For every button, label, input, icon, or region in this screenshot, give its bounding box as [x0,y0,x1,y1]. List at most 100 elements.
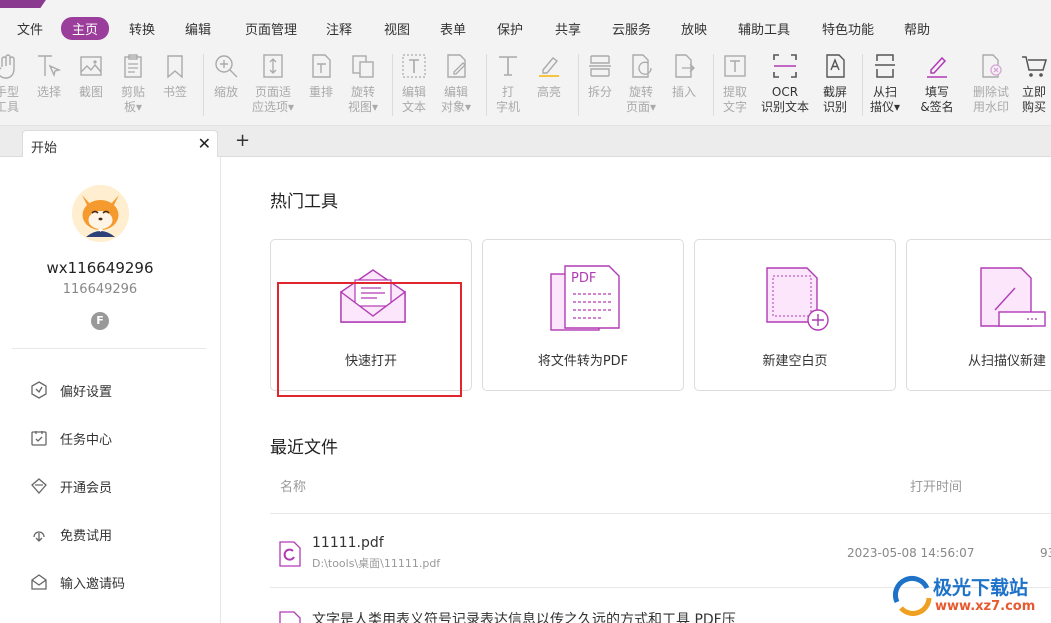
membership-icon [31,478,47,494]
menu-protect[interactable]: 保护 [497,19,523,38]
file-size: 93 [1040,546,1051,560]
tab-start[interactable]: 开始 ✕ [22,130,218,157]
scanner-button[interactable]: 从扫 描仪▾ [856,52,914,115]
menu-page-management[interactable]: 页面管理 [245,19,297,38]
watermark-url: www.xz7.com [935,599,1036,614]
avatar[interactable] [72,185,129,242]
menu-view[interactable]: 视图 [384,19,410,38]
menu-bar: 文件 主页 转换 编辑 页面管理 注释 视图 表单 保护 共享 云服务 放映 辅… [0,8,1051,46]
zoom-icon [215,55,238,78]
menu-cloud[interactable]: 云服务 [612,19,651,38]
site-watermark: 极光下载站 www.xz7.com [893,570,1051,620]
file-open-time: 2023-05-08 14:56:07 [847,546,975,560]
menu-featured[interactable]: 特色功能 [822,19,874,38]
insert-button[interactable]: 插入 [655,52,713,100]
screen-recognize-icon [826,54,845,78]
insert-icon [675,54,695,78]
fill-sign-button[interactable]: 填写 &签名 [908,52,966,115]
new-blank-page-icon [766,267,829,331]
file-path: D:\tools\桌面\11111.pdf [312,557,441,570]
buy-now-button[interactable]: 立即 购买 [1005,52,1051,115]
fox-avatar-icon [72,185,129,242]
rotate-page-icon [632,54,652,78]
column-header-name[interactable]: 名称 [280,476,306,495]
invite-code-icon [31,574,47,590]
menu-assist-tools[interactable]: 辅助工具 [738,19,790,38]
scanner-new-card[interactable]: 从扫描仪新建 [906,239,1051,391]
recent-file-row[interactable]: 11111.pdf D:\tools\桌面\11111.pdf 2023-05-… [270,523,1051,577]
user-sidebar: wx116649296 116649296 F 偏好设置 任务中心 开通会员 免… [0,157,221,623]
sign-icon [927,56,947,78]
scanner-new-icon [980,267,1046,327]
watermark-brand: 极光下载站 [933,577,1029,599]
sidebar-item-invite-code[interactable]: 输入邀请码 [30,571,125,593]
recent-files-title: 最近文件 [270,438,338,458]
menu-help[interactable]: 帮助 [904,19,930,38]
highlight-button[interactable]: 高亮 [520,52,578,100]
menu-file[interactable]: 文件 [17,19,43,38]
ribbon-toolbar: 手型 工具 选择 截图 剪贴 板▾ 书签 缩放 页面适 应选项▾ 重排 旋转 视… [0,46,1051,126]
menu-form[interactable]: 表单 [440,19,466,38]
edit-object-button[interactable]: 编辑 对象▾ [427,52,485,115]
typewriter-icon [499,56,517,76]
svg-text:PDF: PDF [571,271,596,286]
app-window: 文件 主页 转换 编辑 页面管理 注释 视图 表单 保护 共享 云服务 放映 辅… [0,0,1051,623]
hot-tools-title: 热门工具 [270,192,338,212]
sidebar-item-task-center[interactable]: 任务中心 [30,427,112,449]
divider [12,348,206,349]
select-cursor-icon [38,55,62,78]
new-blank-page-card[interactable]: 新建空白页 [694,239,896,391]
extract-text-icon [724,55,746,77]
convert-to-pdf-card[interactable]: PDF 将文件转为PDF [482,239,684,391]
menu-comment[interactable]: 注释 [326,19,352,38]
file-name: 11111.pdf [312,535,384,551]
split-icon [589,55,611,77]
reflow-icon [312,54,331,78]
annotation-highlight-box [277,282,462,397]
add-tab-button[interactable]: + [235,130,250,151]
screenshot-icon [80,56,102,76]
member-badge: F [91,312,109,330]
card-label: 新建空白页 [762,354,828,369]
hand-icon [0,54,15,79]
pdf-file-icon [279,611,301,623]
remove-watermark-icon [982,54,1002,78]
user-id: 116649296 [62,282,138,297]
edit-object-icon [447,54,466,78]
edit-text-icon [402,54,426,78]
title-bar [0,0,1051,8]
sidebar-item-free-trial[interactable]: 免费试用 [30,523,112,545]
menu-edit[interactable]: 编辑 [185,19,211,38]
start-page: 热门工具 快速打开 PDF 将文件转为PDF 新建空白页 从扫描仪新建 最近文件… [221,157,1051,623]
menu-home[interactable]: 主页 [61,17,110,40]
convert-to-pdf-icon: PDF [550,265,620,331]
free-trial-icon [33,531,45,542]
bookmark-button[interactable]: 书签 [146,52,204,100]
pdf-file-icon [279,541,301,567]
user-name: wx116649296 [46,259,154,277]
preferences-icon [31,381,47,399]
menu-slideshow[interactable]: 放映 [681,19,707,38]
column-header-open-time[interactable]: 打开时间 [910,476,962,495]
sidebar-item-membership[interactable]: 开通会员 [30,475,112,497]
menu-convert[interactable]: 转换 [129,19,155,38]
sidebar-item-preferences[interactable]: 偏好设置 [30,379,112,401]
file-name: 文字是人类用表义符号记录表达信息以传之久远的方式和工具 PDF压 [312,612,736,623]
tab-label: 开始 [31,141,58,156]
cart-icon [1022,56,1048,77]
close-icon[interactable]: ✕ [198,134,211,153]
highlight-icon [539,57,559,77]
watermark-logo-icon [893,575,932,616]
tab-bar: 开始 ✕ + [0,126,1051,157]
app-logo [0,0,50,8]
clipboard-icon [124,54,142,78]
scanner-icon [875,54,895,78]
fit-page-icon [263,54,283,78]
card-label: 从扫描仪新建 [967,354,1046,369]
rotate-view-button[interactable]: 旋转 视图▾ [334,52,392,115]
bookmark-icon [167,55,183,79]
rotate-view-icon [352,55,374,78]
menu-share[interactable]: 共享 [555,19,581,38]
task-center-icon [31,431,47,446]
divider [270,513,1051,514]
